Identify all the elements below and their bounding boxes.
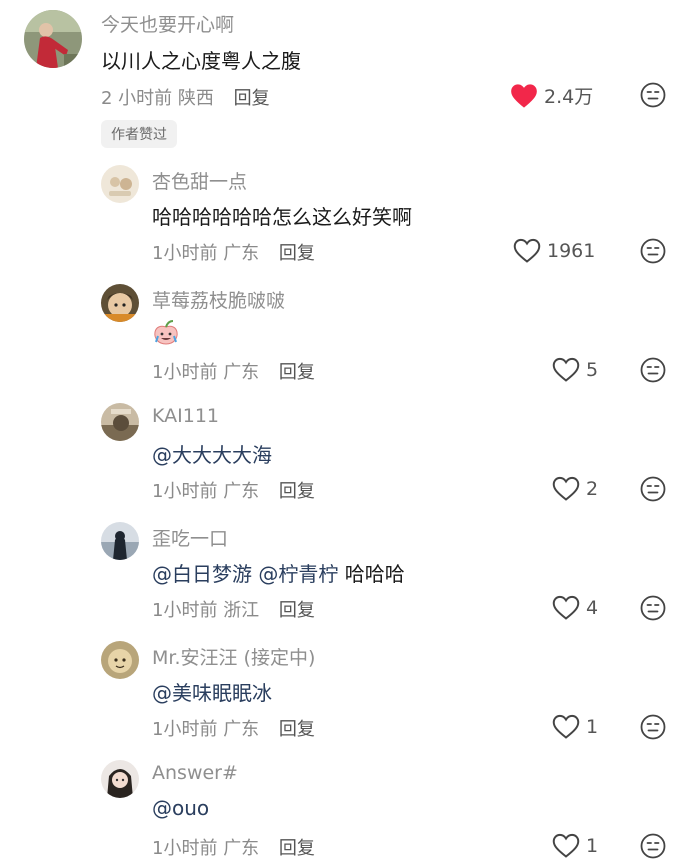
avatar[interactable] [101, 641, 139, 679]
timestamp: 2 小时前 [101, 88, 173, 109]
timestamp: 1小时前 [152, 600, 218, 621]
avatar[interactable] [101, 522, 139, 560]
reply-button[interactable]: 回复 [279, 838, 315, 859]
username[interactable]: KAI111 [152, 405, 219, 427]
avatar[interactable] [101, 284, 139, 322]
peach-sticker-icon [154, 320, 178, 345]
username[interactable]: Answer# [152, 762, 238, 784]
avatar[interactable] [24, 10, 82, 68]
heart-outline-icon [552, 595, 580, 620]
location: 浙江 [223, 600, 260, 621]
like-count: 4 [586, 597, 599, 619]
comment-text: @白日梦游 @柠青柠 哈哈哈 [152, 558, 405, 587]
reply-button[interactable]: 回复 [279, 481, 315, 502]
like-count: 5 [586, 359, 599, 381]
reply-button[interactable]: 回复 [279, 600, 315, 621]
like-button[interactable]: 1 [552, 714, 598, 740]
location: 广东 [223, 243, 260, 264]
avatar[interactable] [101, 165, 139, 203]
comment-meta: 1小时前 广东 回复 [152, 358, 315, 384]
like-count: 1 [586, 716, 599, 738]
dislike-face-icon[interactable] [640, 238, 666, 264]
like-button[interactable]: 1 [552, 833, 598, 859]
reply-button[interactable]: 回复 [279, 243, 315, 264]
like-count: 1 [586, 835, 599, 857]
dislike-face-icon[interactable] [640, 82, 666, 108]
heart-outline-icon [552, 476, 580, 501]
comment-text: 以川人之心度粤人之腹 [101, 49, 301, 73]
like-button[interactable]: 2.4万 [510, 82, 593, 109]
location: 陕西 [177, 88, 214, 109]
avatar[interactable] [101, 760, 139, 798]
heart-filled-icon [511, 83, 537, 108]
username[interactable]: Mr.安汪汪 (接定中) [152, 643, 315, 670]
heart-outline-icon [552, 714, 580, 739]
timestamp: 1小时前 [152, 719, 218, 740]
like-button[interactable]: 5 [552, 357, 598, 383]
location: 广东 [223, 719, 260, 740]
comment-meta: 2 小时前 陕西 回复 [101, 84, 270, 110]
comment-meta: 1小时前 广东 回复 [152, 834, 315, 860]
comment-text-tail: 哈哈哈 [338, 562, 405, 586]
mention-link[interactable]: @白日梦游 [152, 562, 252, 586]
like-count: 2 [586, 478, 599, 500]
like-count: 1961 [547, 240, 596, 262]
mention-link[interactable]: @美味眠眠冰 [152, 677, 272, 706]
dislike-face-icon[interactable] [640, 833, 666, 859]
avatar[interactable] [101, 403, 139, 441]
location: 广东 [223, 481, 260, 502]
heart-outline-icon [552, 357, 580, 382]
username[interactable]: 今天也要开心啊 [101, 10, 234, 37]
mention-link[interactable]: @ouo [152, 796, 209, 820]
like-button[interactable]: 4 [552, 595, 598, 621]
timestamp: 1小时前 [152, 838, 218, 859]
username[interactable]: 草莓荔枝脆啵啵 [152, 286, 285, 313]
like-button[interactable]: 2 [552, 476, 598, 502]
heart-outline-icon [552, 833, 580, 858]
like-button[interactable]: 1961 [513, 238, 595, 264]
reply-button[interactable]: 回复 [279, 719, 315, 740]
comment-meta: 1小时前 广东 回复 [152, 239, 315, 265]
timestamp: 1小时前 [152, 243, 218, 264]
dislike-face-icon[interactable] [640, 714, 666, 740]
dislike-face-icon[interactable] [640, 357, 666, 383]
author-liked-badge: 作者赞过 [101, 120, 177, 148]
like-count: 2.4万 [544, 86, 594, 108]
reply-button[interactable]: 回复 [279, 362, 315, 383]
location: 广东 [223, 362, 260, 383]
timestamp: 1小时前 [152, 481, 218, 502]
heart-outline-icon [513, 238, 541, 263]
username[interactable]: 杏色甜一点 [152, 167, 247, 194]
reply-button[interactable]: 回复 [234, 88, 270, 109]
location: 广东 [223, 838, 260, 859]
comment-text: 哈哈哈哈哈哈怎么这么好笑啊 [152, 205, 412, 229]
comment-meta: 1小时前 广东 回复 [152, 715, 315, 741]
comment-meta: 1小时前 浙江 回复 [152, 596, 315, 622]
dislike-face-icon[interactable] [640, 595, 666, 621]
dislike-face-icon[interactable] [640, 476, 666, 502]
username[interactable]: 歪吃一口 [152, 524, 228, 551]
timestamp: 1小时前 [152, 362, 218, 383]
mention-link[interactable]: @柠青柠 [258, 562, 338, 586]
comment-meta: 1小时前 广东 回复 [152, 477, 315, 503]
mention-link[interactable]: @大大大大海 [152, 439, 272, 468]
